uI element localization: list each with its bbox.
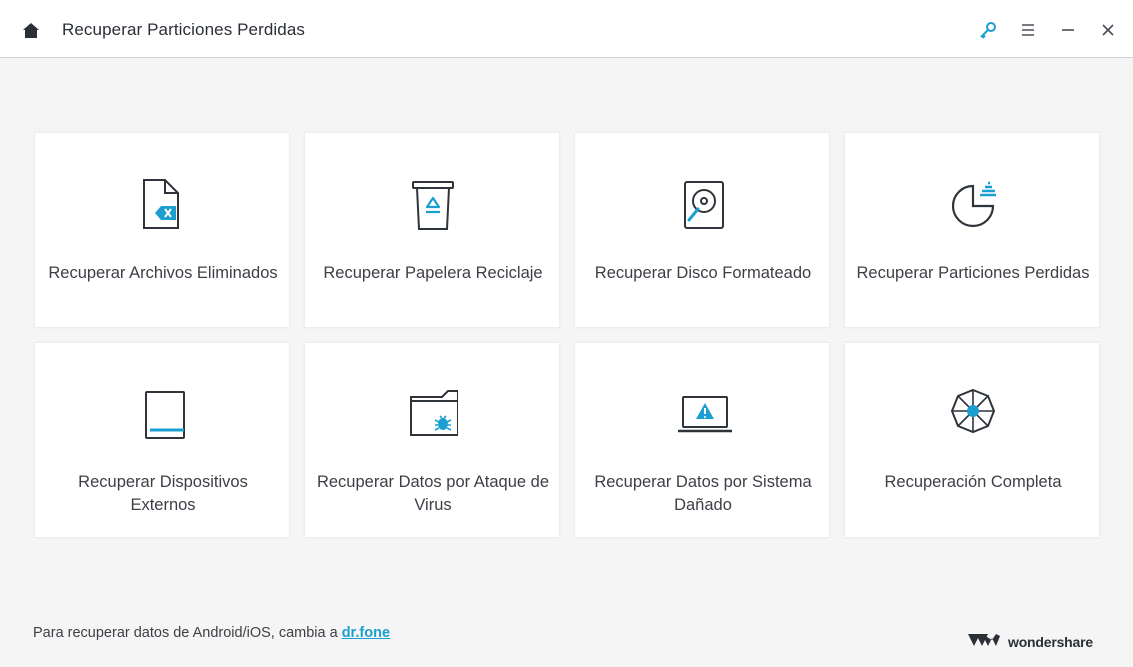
card-formatted-disk[interactable]: Recuperar Disco Formateado <box>574 132 830 328</box>
formatted-disk-icon <box>678 177 728 233</box>
recycle-bin-icon <box>408 177 458 233</box>
wondershare-logo: wondershare <box>968 631 1093 653</box>
card-label-line2: Virus <box>414 496 452 514</box>
card-label-line2: Dañado <box>674 496 732 514</box>
card-complete-recovery[interactable]: Recuperación Completa <box>844 342 1100 538</box>
card-recycle-bin[interactable]: Recuperar Papelera Reciclaje <box>304 132 560 328</box>
card-label: Recuperar Disco Formateado <box>594 264 812 282</box>
card-crashed-system[interactable]: Recuperar Datos por Sistema Dañado <box>574 342 830 538</box>
key-icon[interactable] <box>978 20 998 40</box>
title-bar: Recuperar Particiones Perdidas <box>0 0 1133 58</box>
deleted-file-icon <box>138 177 188 233</box>
close-icon[interactable] <box>1098 20 1118 40</box>
complete-recovery-icon <box>948 387 998 443</box>
virus-folder-icon <box>408 387 459 443</box>
wondershare-mark-icon <box>968 632 1000 653</box>
card-external-devices[interactable]: Recuperar Dispositivos Externos <box>34 342 290 538</box>
card-label-line1: Recuperar Datos por Sistema <box>594 473 812 491</box>
menu-icon[interactable] <box>1018 20 1038 40</box>
footer-note: Para recuperar datos de Android/iOS, cam… <box>33 625 390 641</box>
window-title: Recuperar Particiones Perdidas <box>62 20 306 39</box>
footer-text: Para recuperar datos de Android/iOS, cam… <box>33 625 342 641</box>
brand-name: wondershare <box>1008 634 1093 650</box>
card-label: Recuperación Completa <box>884 473 1062 491</box>
card-label-line2: Externos <box>130 496 196 514</box>
app-window: Recuperar Particiones Perdidas Recuperar… <box>0 0 1133 667</box>
card-label: Recuperar Dispositivos Externos <box>35 471 291 517</box>
card-label: Recuperar Datos por Ataque de Virus <box>305 471 561 517</box>
drfone-link[interactable]: dr.fone <box>342 625 390 641</box>
home-icon[interactable] <box>20 20 42 42</box>
external-device-icon <box>138 387 188 443</box>
card-label-line1: Recuperar Datos por Ataque de <box>316 473 550 491</box>
card-virus-attack[interactable]: Recuperar Datos por Ataque de Virus <box>304 342 560 538</box>
card-lost-partitions[interactable]: Recuperar Particiones Perdidas <box>844 132 1100 328</box>
card-label: Recuperar Papelera Reciclaje <box>323 264 543 282</box>
crashed-system-icon <box>678 387 732 443</box>
card-deleted-files[interactable]: Recuperar Archivos Eliminados <box>34 132 290 328</box>
card-label: Recuperar Particiones Perdidas <box>856 264 1090 282</box>
card-label: Recuperar Archivos Eliminados <box>48 264 278 282</box>
card-label: Recuperar Datos por Sistema Dañado <box>575 471 831 517</box>
card-label-line1: Recuperar Dispositivos <box>78 473 248 491</box>
minimize-icon[interactable] <box>1058 20 1078 40</box>
lost-partition-icon <box>948 177 998 233</box>
